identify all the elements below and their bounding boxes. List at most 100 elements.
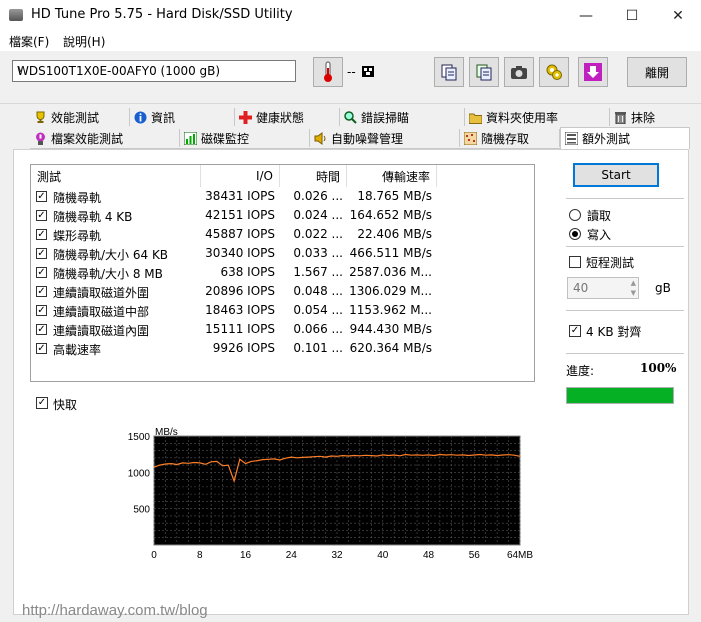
short-test-label: 短程測試 <box>586 256 635 270</box>
tab-label: 隨機存取 <box>481 131 530 146</box>
y-tick-label: 500 <box>133 505 150 516</box>
progress-label: 進度: <box>566 364 595 378</box>
row-checkbox[interactable]: ✓ <box>36 229 47 240</box>
temperature-button[interactable] <box>313 57 343 87</box>
gears-icon <box>546 64 562 80</box>
tab-info[interactable]: 資訊 <box>130 108 235 126</box>
test-name: 隨機尋軌/大小 8 MB <box>53 267 163 281</box>
tab-label: 檔案效能測試 <box>51 131 124 146</box>
row-checkbox[interactable]: ✓ <box>36 286 47 297</box>
io-value: 30340 IOPS <box>205 246 275 260</box>
menu-help[interactable]: 說明(H) <box>63 33 105 50</box>
x-tick-label: 48 <box>423 550 435 561</box>
tab-label: 資料夾使用率 <box>486 110 559 125</box>
camera-icon <box>511 66 527 79</box>
screenshot-button[interactable] <box>504 57 534 87</box>
spinner-arrows-icon[interactable]: ▲ ▼ <box>631 278 636 298</box>
drive-select[interactable]: WDS100T1X0E-00AFY0 (1000 gB) ∨ <box>12 60 296 82</box>
table-row[interactable]: ✓ 高載速率 9926 IOPS 0.101 ... 620.364 MB/s <box>31 340 531 359</box>
toolbar: WDS100T1X0E-00AFY0 (1000 gB) ∨ -- 離開 <box>0 51 701 104</box>
progress-fill <box>567 388 673 403</box>
table-row[interactable]: ✓ 蝶形尋軌 45887 IOPS 0.022 ... 22.406 MB/s <box>31 226 531 245</box>
tab-label: 額外測試 <box>582 132 631 146</box>
x-tick-label: 16 <box>240 550 252 561</box>
close-icon[interactable]: ✕ <box>655 0 701 31</box>
start-button[interactable]: Start <box>573 163 659 187</box>
row-checkbox[interactable]: ✓ <box>36 324 47 335</box>
table-row[interactable]: ✓ 隨機尋軌/大小 8 MB 638 IOPS 1.567 ... 2587.036 M… <box>31 264 531 283</box>
row-checkbox[interactable]: ✓ <box>36 248 47 259</box>
col-header-io[interactable]: I/O <box>201 165 280 187</box>
random-access-icon <box>463 131 478 145</box>
tab-extra-tests[interactable]: 額外測試 <box>560 127 690 149</box>
tab-folder-usage[interactable]: 資料夾使用率 <box>465 108 610 126</box>
x-tick-label: 32 <box>331 550 343 561</box>
col-header-rate[interactable]: 傳輸速率 <box>347 165 437 187</box>
maximize-icon[interactable]: ☐ <box>609 0 655 31</box>
rate-value: 22.406 MB/s <box>357 227 432 241</box>
x-tick-label: 56 <box>469 550 481 561</box>
tab-benchmark[interactable]: 效能測試 <box>30 108 130 126</box>
cache-checkbox[interactable]: ✓ <box>36 397 48 409</box>
rate-value: 18.765 MB/s <box>357 189 432 203</box>
table-row[interactable]: ✓ 隨機尋軌 4 KB 42151 IOPS 0.024 ... 164.652 MB/… <box>31 207 531 226</box>
tab-label: 健康狀態 <box>256 110 305 125</box>
time-value: 0.066 ... <box>293 322 343 336</box>
time-value: 0.048 ... <box>293 284 343 298</box>
io-value: 45887 IOPS <box>205 227 275 241</box>
io-value: 38431 IOPS <box>205 189 275 203</box>
tab-aam[interactable]: 自動噪聲管理 <box>310 129 460 147</box>
copy-all-button[interactable] <box>469 57 499 87</box>
folder-icon <box>468 111 483 124</box>
read-radio[interactable] <box>569 209 581 221</box>
test-name: 連續讀取磁道外圍 <box>53 286 150 300</box>
row-checkbox[interactable]: ✓ <box>36 343 47 354</box>
x-tick-label: 0 <box>151 550 157 561</box>
tab-random-access[interactable]: 隨機存取 <box>460 129 560 147</box>
tab-label: 錯誤掃瞄 <box>361 110 410 125</box>
table-row[interactable]: ✓ 隨機尋軌 38431 IOPS 0.026 ... 18.765 MB/s <box>31 188 531 207</box>
row-checkbox[interactable]: ✓ <box>36 267 47 278</box>
options-button[interactable] <box>539 57 569 87</box>
tab-disk-monitor[interactable]: 磁碟監控 <box>180 129 310 147</box>
copy-info-button[interactable] <box>434 57 464 87</box>
short-test-checkbox[interactable] <box>569 256 581 268</box>
rate-value: 944.430 MB/s <box>349 322 432 336</box>
watermark: http://hardaway.com.tw/blog <box>22 602 208 619</box>
row-checkbox[interactable]: ✓ <box>36 305 47 316</box>
tab-error-scan[interactable]: 錯誤掃瞄 <box>340 108 465 126</box>
time-value: 0.101 ... <box>293 341 343 355</box>
copy-all-icon <box>476 64 492 81</box>
tab-label: 磁碟監控 <box>201 131 250 146</box>
align-4kb-checkbox[interactable]: ✓ <box>569 325 581 337</box>
divider <box>566 246 684 247</box>
short-test-size-spinner[interactable]: 40 ▲ ▼ <box>567 277 639 299</box>
x-tick-label: 64MB <box>507 550 533 561</box>
test-name: 隨機尋軌 4 KB <box>53 210 133 224</box>
copy-icon <box>441 64 457 81</box>
io-value: 20896 IOPS <box>205 284 275 298</box>
x-tick-label: 8 <box>197 550 203 561</box>
table-row[interactable]: ✓ 連續讀取磁道外圍 20896 IOPS 0.048 ... 1306.029 M..… <box>31 283 531 302</box>
table-row[interactable]: ✓ 連續讀取磁道中部 18463 IOPS 0.054 ... 1153.962 M..… <box>31 302 531 321</box>
x-tick-label: 24 <box>286 550 298 561</box>
col-header-test[interactable]: 測試 <box>31 165 201 187</box>
exit-button[interactable]: 離開 <box>627 57 687 87</box>
row-checkbox[interactable]: ✓ <box>36 210 47 221</box>
col-header-time[interactable]: 時間 <box>280 165 347 187</box>
table-row[interactable]: ✓ 連續讀取磁道內圍 15111 IOPS 0.066 ... 944.430 MB/s <box>31 321 531 340</box>
y-axis-label: MB/s <box>155 427 178 438</box>
write-radio[interactable] <box>569 228 581 240</box>
tab-health[interactable]: 健康狀態 <box>235 108 340 126</box>
menu-file[interactable]: 檔案(F) <box>9 33 49 50</box>
save-button[interactable] <box>578 57 608 87</box>
tab-file-benchmark[interactable]: 檔案效能測試 <box>30 129 180 147</box>
test-name: 連續讀取磁道內圍 <box>53 324 150 338</box>
row-checkbox[interactable]: ✓ <box>36 191 47 202</box>
minimize-icon[interactable]: — <box>563 0 609 31</box>
io-value: 9926 IOPS <box>212 341 275 355</box>
tab-erase[interactable]: 抹除 <box>610 108 690 126</box>
tab-label: 抹除 <box>631 110 656 125</box>
table-row[interactable]: ✓ 隨機尋軌/大小 64 KB 30340 IOPS 0.033 ... 466.511… <box>31 245 531 264</box>
title-bar: HD Tune Pro 5.75 - Hard Disk/SSD Utility… <box>0 0 701 32</box>
